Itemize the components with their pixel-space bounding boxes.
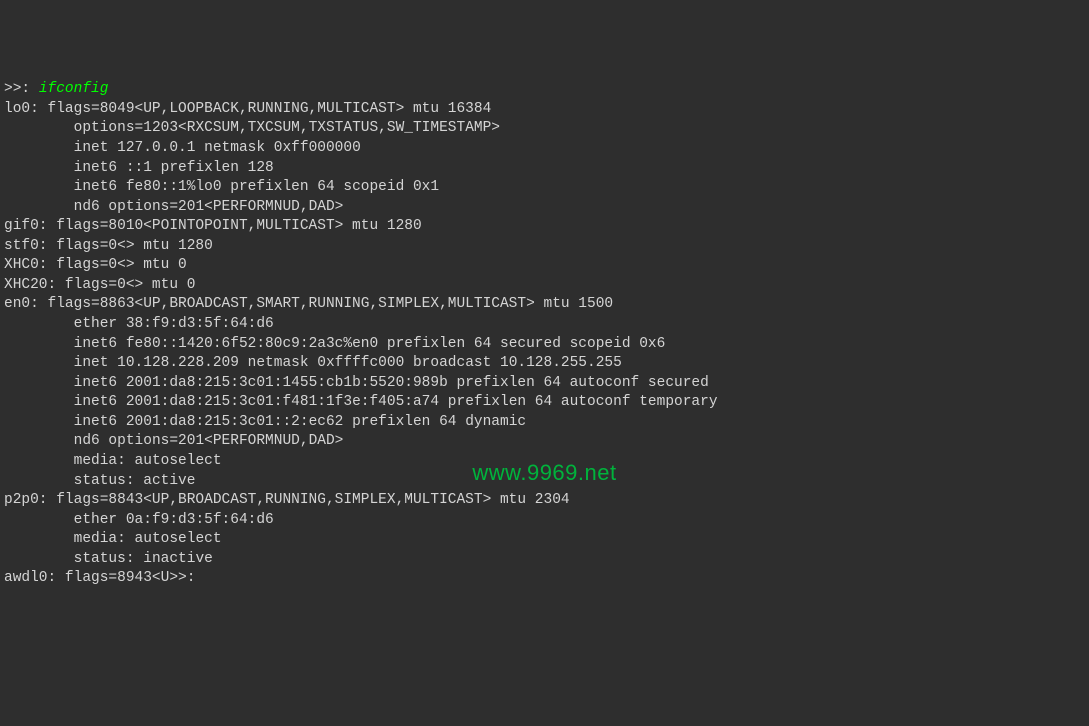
watermark-text: www.9969.net [472,458,616,488]
output-line: inet6 fe80::1420:6f52:80c9:2a3c%en0 pref… [4,336,665,352]
output-line: inet6 fe80::1%lo0 prefixlen 64 scopeid 0… [4,179,439,195]
prompt-symbol: >>: [4,81,39,97]
output-line: XHC20: flags=0<> mtu 0 [4,277,195,293]
output-line: status: inactive [4,551,213,567]
output-line: ether 0a:f9:d3:5f:64:d6 [4,512,274,528]
output-line: awdl0: flags=8943<U>>: [4,570,195,586]
output-line: inet6 2001:da8:215:3c01:f481:1f3e:f405:a… [4,394,718,410]
output-line: status: active [4,473,195,489]
output-line: options=1203<RXCSUM,TXCSUM,TXSTATUS,SW_T… [4,120,500,136]
output-line: inet6 2001:da8:215:3c01::2:ec62 prefixle… [4,414,526,430]
output-line: en0: flags=8863<UP,BROADCAST,SMART,RUNNI… [4,296,613,312]
terminal-output[interactable]: >>: ifconfig lo0: flags=8049<UP,LOOPBACK… [4,80,1085,589]
output-line: gif0: flags=8010<POINTOPOINT,MULTICAST> … [4,218,422,234]
output-line: inet6 2001:da8:215:3c01:1455:cb1b:5520:9… [4,375,709,391]
output-line: lo0: flags=8049<UP,LOOPBACK,RUNNING,MULT… [4,101,491,117]
output-line: nd6 options=201<PERFORMNUD,DAD> [4,433,343,449]
output-line: XHC0: flags=0<> mtu 0 [4,257,187,273]
output-line: stf0: flags=0<> mtu 1280 [4,238,213,254]
output-line: media: autoselect [4,531,222,547]
output-line: p2p0: flags=8843<UP,BROADCAST,RUNNING,SI… [4,492,570,508]
command-text: ifconfig [39,81,109,97]
output-line: nd6 options=201<PERFORMNUD,DAD> [4,199,343,215]
output-line: ether 38:f9:d3:5f:64:d6 [4,316,274,332]
output-line: inet 10.128.228.209 netmask 0xffffc000 b… [4,355,622,371]
output-line: inet 127.0.0.1 netmask 0xff000000 [4,140,361,156]
output-line: media: autoselect [4,453,222,469]
output-line: inet6 ::1 prefixlen 128 [4,160,274,176]
